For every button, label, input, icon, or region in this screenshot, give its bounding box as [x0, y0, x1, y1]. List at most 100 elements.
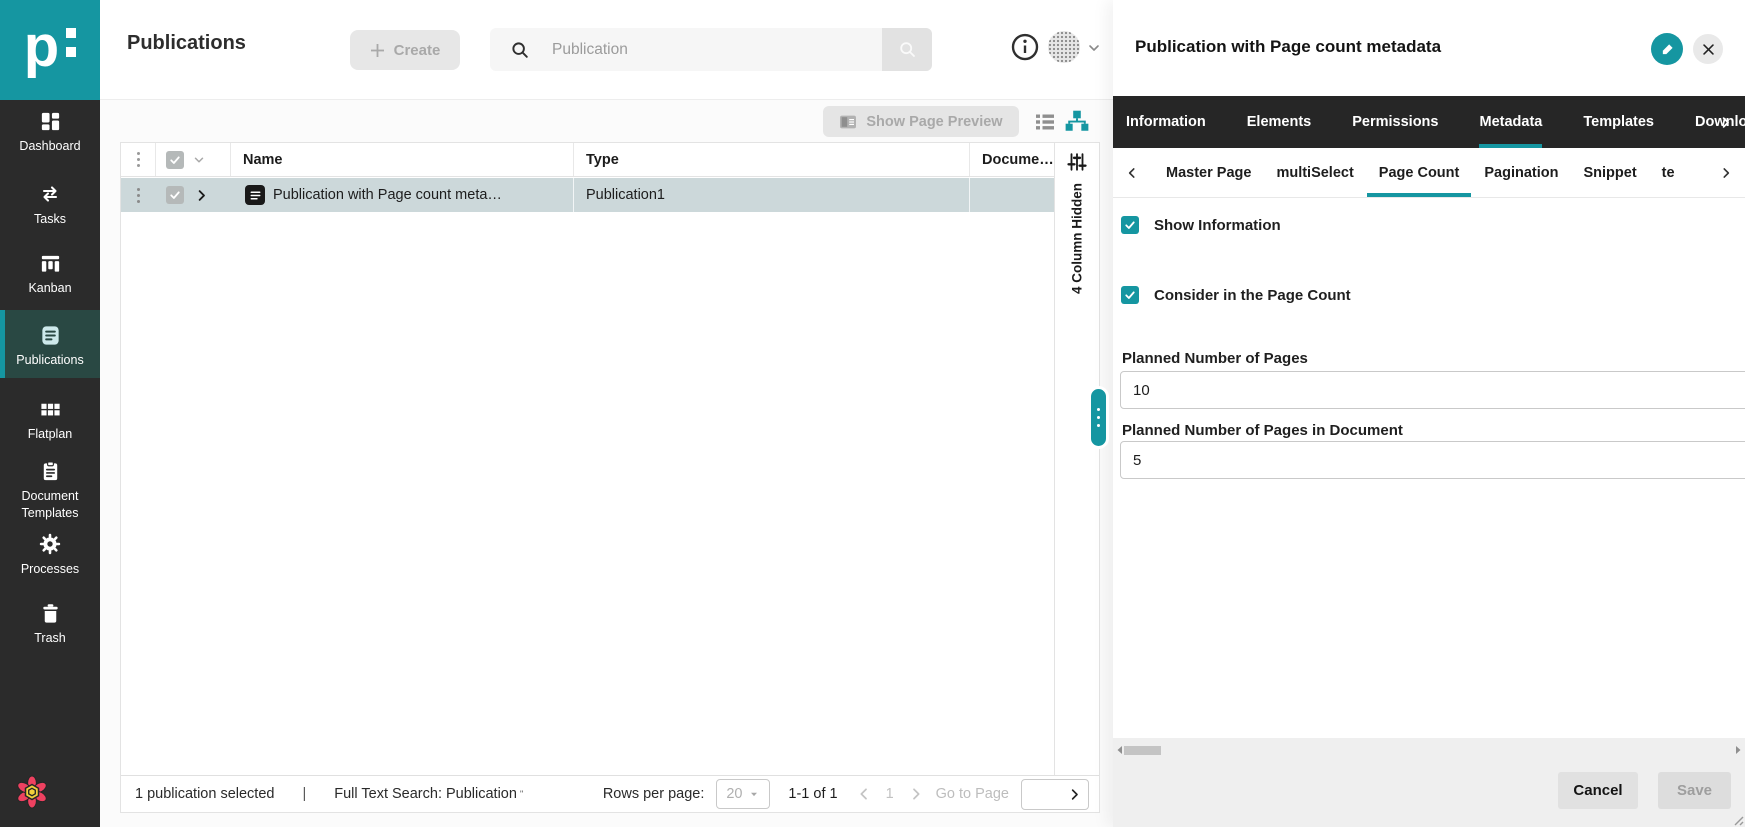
- subtab-te[interactable]: te: [1662, 148, 1675, 197]
- tasks-icon: [0, 182, 100, 206]
- plus-icon: [370, 43, 385, 58]
- app-logo-letter: p: [24, 18, 59, 76]
- rows-per-page-select[interactable]: 20: [716, 779, 770, 809]
- create-button[interactable]: Create: [350, 30, 460, 70]
- sidebar-item-processes[interactable]: Processes: [0, 532, 100, 578]
- header-select-all[interactable]: [156, 143, 231, 176]
- flower-logo: [13, 772, 51, 812]
- metadata-subtabs: Master Page multiSelect Page Count Pagin…: [1113, 148, 1745, 198]
- column-settings-icon[interactable]: [1066, 151, 1088, 173]
- consider-page-count-label: Consider in the Page Count: [1154, 287, 1351, 304]
- go-to-page-label: Go to Page: [936, 786, 1009, 802]
- subtabs-scroll-left-icon[interactable]: [1125, 148, 1139, 198]
- scroll-right-arrow-icon[interactable]: [1733, 745, 1743, 755]
- close-button[interactable]: [1693, 34, 1723, 64]
- sidebar-item-trash[interactable]: Trash: [0, 602, 100, 647]
- sidebar-item-dashboard[interactable]: Dashboard: [0, 110, 100, 155]
- hidden-columns-strip[interactable]: 4 Column Hidden: [1054, 143, 1099, 812]
- go-to-page-submit-icon[interactable]: [1067, 787, 1088, 802]
- planned-pages-input[interactable]: [1120, 371, 1745, 409]
- kebab-icon: [137, 152, 140, 167]
- resize-grip-icon[interactable]: [1732, 814, 1744, 826]
- subtab-master-page[interactable]: Master Page: [1166, 148, 1251, 197]
- tab-information[interactable]: Information: [1126, 96, 1206, 148]
- range-text: 1-1 of 1: [788, 786, 837, 802]
- close-icon: [1702, 43, 1715, 56]
- go-to-page-input[interactable]: [1022, 786, 1062, 802]
- flatplan-icon: [0, 398, 100, 421]
- tree-view-icon[interactable]: [1064, 108, 1090, 134]
- sidebar-item-kanban[interactable]: Kanban: [0, 252, 100, 297]
- row-expand-chevron-icon[interactable]: [194, 188, 209, 203]
- subtabs-scroll-right-icon[interactable]: [1719, 148, 1733, 198]
- sidebar-item-flatplan[interactable]: Flatplan: [0, 398, 100, 443]
- sidebar-item-publications[interactable]: Publications: [0, 324, 100, 369]
- planned-pages-document-input[interactable]: [1120, 441, 1745, 479]
- tab-elements[interactable]: Elements: [1247, 96, 1311, 148]
- list-view-icon[interactable]: [1033, 110, 1057, 134]
- panel-title: Publication with Page count metadata: [1135, 37, 1441, 57]
- page-title: Publications: [127, 32, 246, 55]
- subtab-page-count[interactable]: Page Count: [1367, 148, 1472, 197]
- document-icon: [245, 185, 265, 205]
- next-page-icon[interactable]: [908, 786, 924, 802]
- subtab-snippet[interactable]: Snippet: [1583, 148, 1636, 197]
- separator: |: [302, 786, 306, 802]
- publications-icon: [0, 324, 100, 347]
- cancel-button[interactable]: Cancel: [1558, 772, 1638, 809]
- show-information-label: Show Information: [1154, 217, 1281, 234]
- kanban-icon: [0, 252, 100, 275]
- row-type-cell: Publication1: [574, 178, 970, 212]
- subtab-multiselect[interactable]: multiSelect: [1276, 148, 1353, 197]
- column-header-document[interactable]: Docume…: [970, 143, 1055, 176]
- column-header-name[interactable]: Name: [231, 143, 574, 176]
- table-header-row: Name Type Docume…: [121, 143, 1055, 177]
- hidden-columns-label: 4 Column Hidden: [1070, 183, 1085, 294]
- consider-page-count-row: Consider in the Page Count: [1121, 286, 1351, 304]
- tab-templates[interactable]: Templates: [1583, 96, 1654, 148]
- chevron-down-icon[interactable]: [1086, 40, 1102, 56]
- info-icon[interactable]: [1010, 32, 1040, 62]
- tabs-scroll-right-icon[interactable]: [1718, 96, 1733, 148]
- page-number[interactable]: 1: [886, 786, 894, 802]
- chevron-down-icon[interactable]: [192, 153, 206, 167]
- subtab-pagination[interactable]: Pagination: [1484, 148, 1558, 197]
- sidebar-item-document-templates[interactable]: Document Templates: [0, 460, 100, 522]
- go-to-page-box: [1021, 779, 1089, 810]
- row-kebab-menu[interactable]: [121, 178, 156, 212]
- row-document-cell: [970, 178, 1055, 212]
- show-information-checkbox[interactable]: [1121, 216, 1139, 234]
- trash-icon: [0, 602, 100, 625]
- sidebar-item-tasks[interactable]: Tasks: [0, 182, 100, 228]
- app-logo-colon: [66, 28, 76, 57]
- tab-metadata[interactable]: Metadata: [1479, 96, 1542, 148]
- scroll-left-arrow-icon[interactable]: [1115, 745, 1125, 755]
- consider-page-count-checkbox[interactable]: [1121, 286, 1139, 304]
- caret-down-icon: [748, 788, 760, 800]
- search-input[interactable]: [552, 41, 882, 59]
- main-header: Publications Create: [100, 0, 1113, 100]
- panel-resize-handle[interactable]: [1091, 389, 1106, 446]
- tab-permissions[interactable]: Permissions: [1352, 96, 1438, 148]
- search-icon: [510, 40, 530, 60]
- detail-panel: Publication with Page count metadata Inf…: [1113, 0, 1745, 827]
- user-avatar[interactable]: [1048, 31, 1080, 63]
- search-submit-button[interactable]: [882, 28, 932, 71]
- row-checkbox[interactable]: [166, 186, 184, 204]
- row-name-cell: Publication with Page count meta…: [231, 178, 574, 212]
- pencil-icon: [1660, 42, 1675, 57]
- edit-button[interactable]: [1651, 33, 1683, 65]
- column-header-type[interactable]: Type: [574, 143, 970, 176]
- table-row[interactable]: Publication with Page count meta… Public…: [121, 178, 1055, 212]
- save-button[interactable]: Save: [1658, 772, 1731, 809]
- panel-tabbar: Information Elements Permissions Metadat…: [1113, 96, 1745, 148]
- show-page-preview-button[interactable]: Show Page Preview: [823, 106, 1019, 137]
- app-logo[interactable]: p: [0, 0, 100, 100]
- kebab-icon: [137, 188, 140, 203]
- horizontal-scrollbar-thumb[interactable]: [1124, 746, 1161, 755]
- previous-page-icon[interactable]: [856, 786, 872, 802]
- rows-per-page-label: Rows per page:: [603, 786, 705, 802]
- search-text-mark: ": [520, 789, 523, 799]
- header-kebab-menu[interactable]: [121, 143, 156, 176]
- select-all-checkbox[interactable]: [166, 151, 184, 169]
